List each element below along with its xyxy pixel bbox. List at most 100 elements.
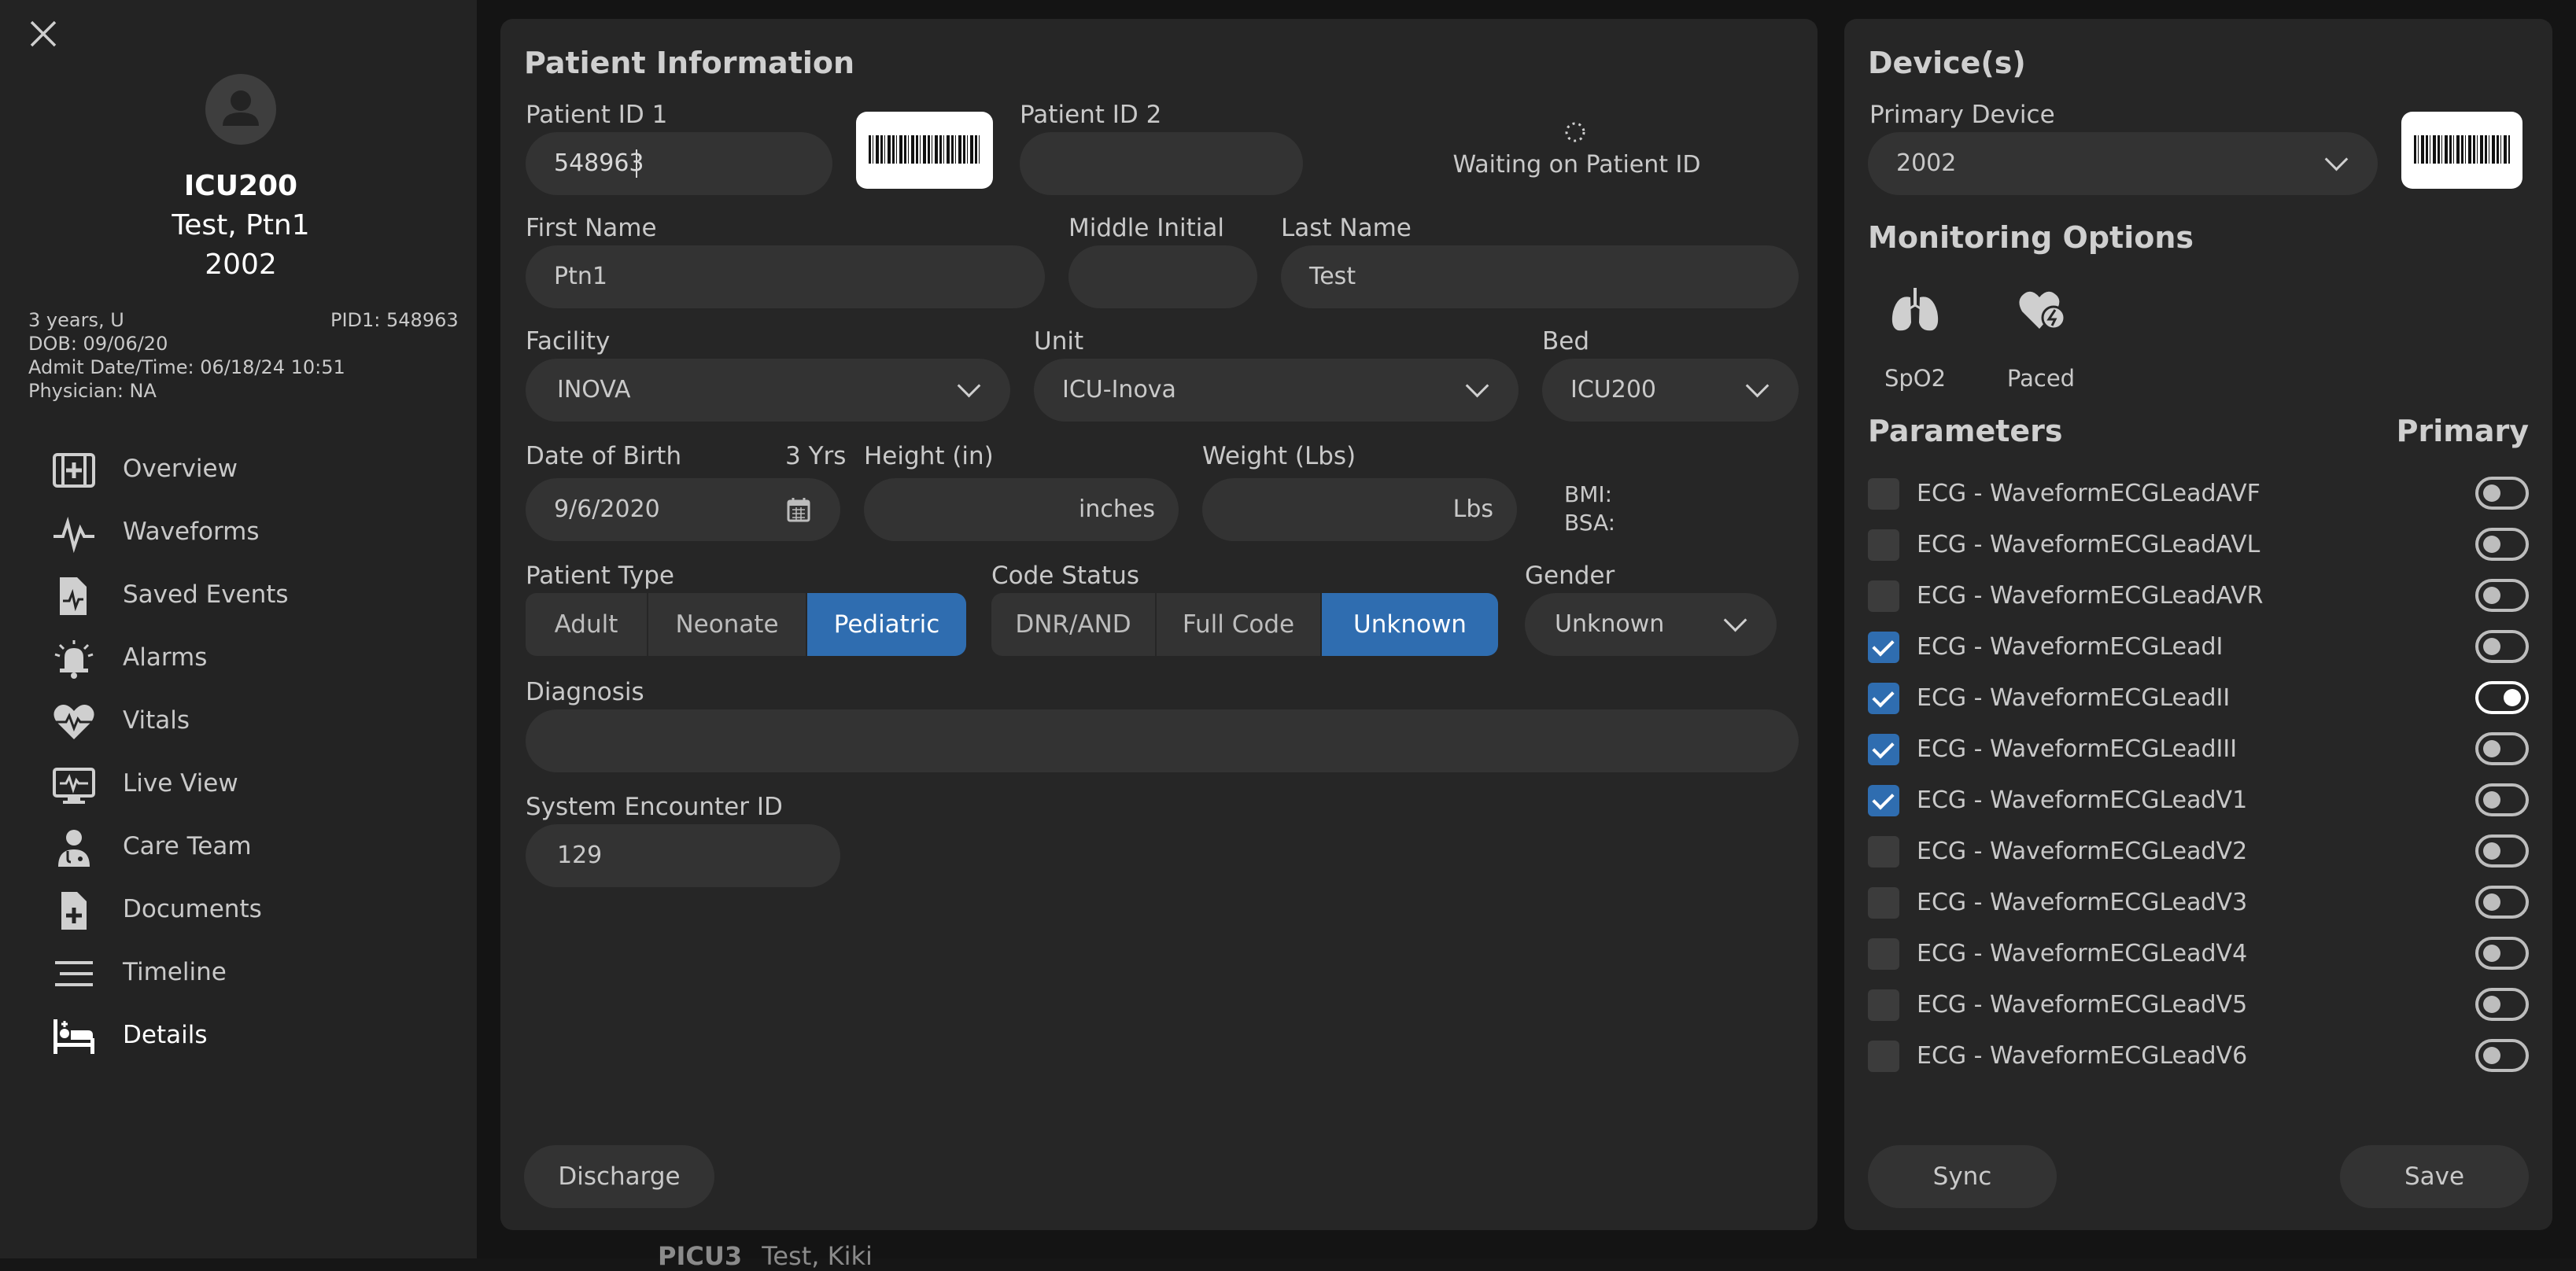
discharge-button[interactable]: Discharge <box>524 1145 714 1208</box>
code-status-full-code[interactable]: Full Code <box>1157 593 1320 656</box>
parameter-row: ECG - WaveformECGLeadV4 <box>1868 935 2529 974</box>
gender-select[interactable]: Unknown <box>1525 593 1777 656</box>
nav-item-care-team[interactable]: Care Team <box>52 824 461 871</box>
parameter-checkbox[interactable] <box>1868 836 1899 868</box>
weight-input[interactable]: Lbs <box>1202 478 1517 541</box>
parameter-checkbox[interactable] <box>1868 580 1899 612</box>
paced-heart-icon <box>2017 286 2068 333</box>
pid2-input[interactable] <box>1020 132 1303 195</box>
primary-toggle[interactable] <box>2475 732 2529 765</box>
parameter-row: ECG - WaveformECGLeadIII <box>1868 731 2529 770</box>
parameter-checkbox[interactable] <box>1868 938 1899 970</box>
patient-type-neonate[interactable]: Neonate <box>648 593 806 656</box>
save-button[interactable]: Save <box>2340 1145 2529 1208</box>
gender-label: Gender <box>1525 562 1615 590</box>
doctor-icon <box>52 827 96 868</box>
timeline-icon <box>52 953 96 994</box>
document-add-icon <box>52 890 96 931</box>
parameter-row: ECG - WaveformECGLeadAVL <box>1868 526 2529 566</box>
code-status-segmented: DNR/AND Full Code Unknown <box>991 593 1498 656</box>
nav-label: Waveforms <box>123 518 260 546</box>
code-status-dnr[interactable]: DNR/AND <box>991 593 1155 656</box>
first-name-input[interactable]: Ptn1 <box>526 245 1045 308</box>
nav-label: Saved Events <box>123 580 289 609</box>
nav-item-waveforms[interactable]: Waveforms <box>52 510 461 557</box>
nav-item-documents[interactable]: Documents <box>52 887 461 934</box>
primary-toggle[interactable] <box>2475 1039 2529 1072</box>
nav-item-saved-events[interactable]: Saved Events <box>52 573 461 620</box>
barcode-scan-button[interactable] <box>856 112 993 189</box>
parameter-row: ECG - WaveformECGLeadI <box>1868 628 2529 668</box>
calendar-icon[interactable] <box>787 497 810 522</box>
pid2-label: Patient ID 2 <box>1020 101 1162 129</box>
parameter-checkbox[interactable] <box>1868 1041 1899 1072</box>
code-status-unknown[interactable]: Unknown <box>1322 593 1498 656</box>
last-name-input[interactable]: Test <box>1281 245 1799 308</box>
close-icon[interactable] <box>28 19 58 49</box>
pid1-input[interactable]: 548963 <box>526 132 832 195</box>
alarm-bell-icon <box>52 639 96 680</box>
parameter-checkbox[interactable] <box>1868 887 1899 919</box>
parameters-title: Parameters <box>1868 414 2063 448</box>
heart-pulse-icon <box>52 702 96 742</box>
primary-toggle[interactable] <box>2475 630 2529 663</box>
parameter-checkbox[interactable] <box>1868 478 1899 510</box>
parameter-row: ECG - WaveformECGLeadV3 <box>1868 884 2529 923</box>
primary-toggle[interactable] <box>2475 886 2529 919</box>
primary-toggle[interactable] <box>2475 834 2529 868</box>
primary-toggle[interactable] <box>2475 528 2529 561</box>
last-name-label: Last Name <box>1281 214 1412 242</box>
middle-initial-label: Middle Initial <box>1068 214 1225 242</box>
chevron-down-icon <box>1465 374 1489 398</box>
dob-input[interactable]: 9/6/2020 <box>526 478 840 541</box>
devices-panel: Device(s) Primary Device 2002 Monitoring… <box>1844 19 2552 1230</box>
parameter-label: ECG - WaveformECGLeadAVF <box>1917 480 2260 507</box>
parameter-checkbox[interactable] <box>1868 989 1899 1021</box>
parameter-checkbox[interactable] <box>1868 785 1899 816</box>
encounter-input[interactable]: 129 <box>526 824 840 887</box>
sync-button[interactable]: Sync <box>1868 1145 2057 1208</box>
parameter-checkbox[interactable] <box>1868 683 1899 714</box>
nav-item-timeline[interactable]: Timeline <box>52 950 461 997</box>
parameter-checkbox[interactable] <box>1868 632 1899 663</box>
nav-label: Overview <box>123 455 238 483</box>
primary-toggle[interactable] <box>2475 477 2529 510</box>
nav-item-alarms[interactable]: Alarms <box>52 636 461 683</box>
height-input[interactable]: inches <box>864 478 1179 541</box>
parameter-label: ECG - WaveformECGLeadAVL <box>1917 531 2260 558</box>
nav-item-vitals[interactable]: Vitals <box>52 698 461 746</box>
device-barcode-scan-button[interactable] <box>2401 112 2522 189</box>
option-spo2[interactable]: SpO2 <box>1868 286 1962 404</box>
first-name-value: Ptn1 <box>554 263 607 290</box>
primary-toggle[interactable] <box>2475 783 2529 816</box>
primary-device-select[interactable]: 2002 <box>1868 132 2378 195</box>
patient-bed: ICU200 <box>183 170 298 202</box>
primary-column-title: Primary <box>2396 414 2529 448</box>
middle-initial-input[interactable] <box>1068 245 1257 308</box>
dob-value: 9/6/2020 <box>554 496 660 523</box>
nav-item-overview[interactable]: Overview <box>52 447 461 494</box>
encounter-label: System Encounter ID <box>526 793 783 821</box>
waiting-status: Waiting on Patient ID <box>1452 151 1701 179</box>
patient-type-adult[interactable]: Adult <box>526 593 647 656</box>
nav-item-live-view[interactable]: Live View <box>52 761 461 809</box>
option-paced[interactable]: Paced <box>1986 286 2096 404</box>
parameter-checkbox[interactable] <box>1868 734 1899 765</box>
bed-select[interactable]: ICU200 <box>1542 359 1799 422</box>
patient-type-pediatric[interactable]: Pediatric <box>807 593 966 656</box>
parameter-checkbox[interactable] <box>1868 529 1899 561</box>
primary-toggle[interactable] <box>2475 937 2529 970</box>
primary-toggle[interactable] <box>2475 579 2529 612</box>
avatar <box>205 74 276 145</box>
chevron-down-icon <box>1723 608 1747 632</box>
primary-toggle[interactable] <box>2475 988 2529 1021</box>
nav-item-details[interactable]: Details <box>52 1013 461 1060</box>
diagnosis-input[interactable] <box>526 709 1799 772</box>
primary-toggle[interactable] <box>2475 681 2529 714</box>
nav-label: Care Team <box>123 832 252 860</box>
unit-select[interactable]: ICU-Inova <box>1034 359 1519 422</box>
patient-admit: Admit Date/Time: 06/18/24 10:51 <box>28 356 345 378</box>
facility-select[interactable]: INOVA <box>526 359 1010 422</box>
bmi-label: BMI: <box>1564 481 1613 507</box>
patient-sidebar: ICU200 Test, Ptn1 2002 3 years, U PID1: … <box>0 0 477 1258</box>
